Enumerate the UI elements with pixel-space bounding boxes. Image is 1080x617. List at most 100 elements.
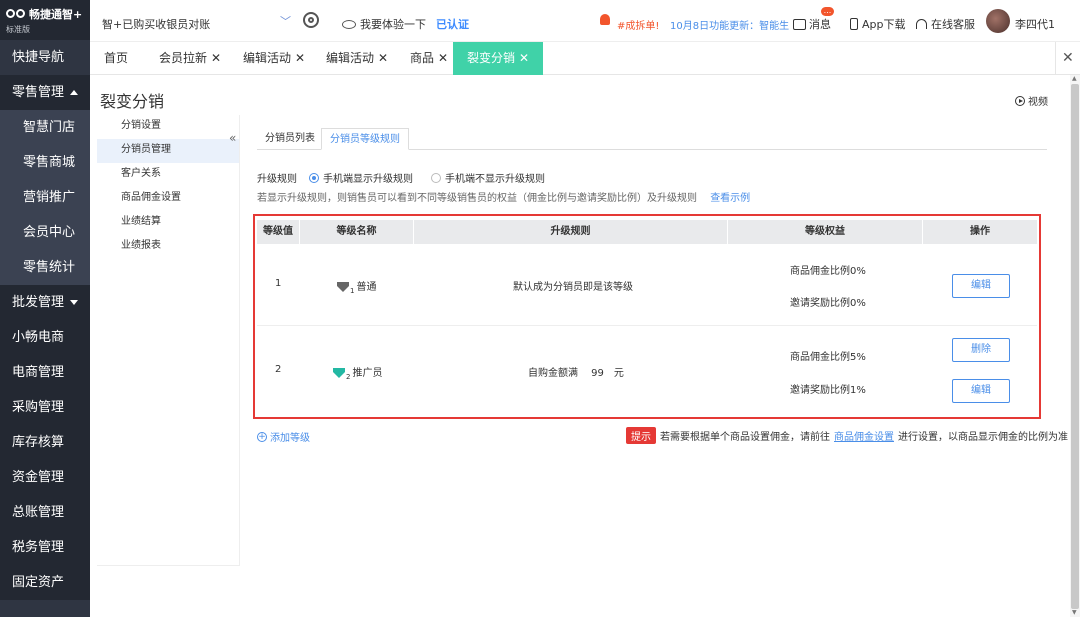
app-logo[interactable]: 畅捷通智+ 标准版: [0, 0, 90, 40]
try-experience-link[interactable]: 我要体验一下 已认证: [342, 16, 469, 32]
level-table: 等级值 等级名称 升级规则 等级权益 操作 1 1 普通 默认成为分销员即是该等级…: [253, 214, 1041, 419]
radio-show-rules[interactable]: 手机端显示升级规则: [309, 170, 413, 185]
close-icon[interactable]: ✕: [295, 51, 305, 65]
nav-inventory[interactable]: 库存核算: [0, 425, 90, 460]
nav-marketing[interactable]: 营销推广: [0, 180, 90, 215]
nav-smart-store[interactable]: 智慧门店: [0, 110, 90, 145]
level-name-text: 普通: [356, 282, 377, 293]
radio-hide-label: 手机端不显示升级规则: [445, 174, 545, 185]
play-icon: [1015, 95, 1025, 106]
nav-wholesale-label: 批发管理: [12, 295, 65, 310]
tab-label: 编辑活动: [326, 51, 375, 65]
user-name[interactable]: 李四代1: [1015, 16, 1055, 32]
avatar[interactable]: [986, 9, 1010, 33]
radio-unchecked-icon: [431, 172, 441, 183]
vip-diamond-icon: [333, 368, 345, 378]
col-benefit: 等级权益: [728, 220, 923, 244]
tab-edit-activity-1[interactable]: 编辑活动 ✕: [243, 42, 305, 75]
scroll-down-icon[interactable]: ▼: [1072, 609, 1077, 616]
col-name: 等级名称: [300, 220, 414, 244]
page-tabs: 首页 会员拉新 ✕ 编辑活动 ✕ 编辑活动 ✕ 商品 ✕ 裂变分销 ✕ ✕: [90, 42, 1080, 75]
nav-tax[interactable]: 税务管理: [0, 530, 90, 565]
store-selector[interactable]: 智+已购买收银员对账: [102, 16, 210, 32]
scrollbar-thumb[interactable]: [1071, 84, 1079, 609]
nav-purchase[interactable]: 采购管理: [0, 390, 90, 425]
tab-product[interactable]: 商品 ✕: [410, 42, 448, 75]
message-badge: ...: [821, 7, 834, 16]
vip-diamond-icon: [337, 282, 349, 292]
upgrade-rule-row: 升级规则 手机端显示升级规则 手机端不显示升级规则: [257, 170, 545, 185]
tab-member-acquire[interactable]: 会员拉新 ✕: [159, 42, 221, 75]
radio-hide-rules[interactable]: 手机端不显示升级规则: [431, 170, 545, 185]
tip-line: 提示 若需要根据单个商品设置佣金，请前往 商品佣金设置 进行设置，以商品显示佣金的比…: [626, 427, 1068, 444]
close-icon[interactable]: ✕: [211, 51, 221, 65]
level-value: 2: [275, 364, 282, 375]
tab-fission-distribution[interactable]: 裂变分销 ✕: [453, 42, 544, 75]
subnav-item-commission[interactable]: 商品佣金设置: [97, 187, 239, 211]
radio-show-label: 手机端显示升级规则: [323, 174, 413, 185]
nav-retail[interactable]: 零售管理: [0, 75, 90, 110]
video-label: 视频: [1028, 97, 1048, 108]
nav-quick[interactable]: 快捷导航: [0, 40, 90, 75]
level-name: 1 普通: [337, 278, 376, 295]
vip-level-sub: 2: [346, 373, 351, 381]
col-level: 等级值: [257, 220, 300, 244]
subnav-item-settings[interactable]: 分销设置: [97, 115, 239, 139]
hint-text: 若显示升级规则，则销售员可以看到不同等级销售员的权益（佣金比例与邀请奖励比例）及…: [257, 193, 697, 204]
online-support-button[interactable]: 在线客服: [916, 16, 975, 32]
tip-pre: 若需要根据单个商品设置佣金，请前往: [660, 432, 830, 443]
nav-fixed-assets[interactable]: 固定资产: [0, 565, 90, 600]
collapse-icon[interactable]: «: [229, 131, 236, 145]
nav-funds[interactable]: 资金管理: [0, 460, 90, 495]
level-name-text: 推广员: [352, 368, 383, 379]
tab-distributor-list[interactable]: 分销员列表: [257, 128, 323, 150]
chevron-up-icon: [70, 90, 79, 95]
tab-level-rules[interactable]: 分销员等级规则: [321, 128, 409, 150]
nav-retail-label: 零售管理: [12, 85, 65, 100]
nav-wholesale[interactable]: 批发管理: [0, 285, 90, 320]
nav-retail-stats[interactable]: 零售统计: [0, 250, 90, 285]
subnav-item-settlement[interactable]: 业绩结算: [97, 211, 239, 235]
radio-checked-icon: [309, 172, 319, 183]
close-all-tabs-icon[interactable]: ✕: [1062, 50, 1074, 66]
level-value: 1: [275, 278, 282, 289]
gear-icon[interactable]: [303, 12, 319, 28]
video-link[interactable]: 视频: [1015, 93, 1048, 108]
notice-text[interactable]: #成拆单!: [617, 17, 659, 32]
col-rule: 升级规则: [414, 220, 728, 244]
upgrade-rule-label: 升级规则: [257, 174, 297, 185]
table-row: 1 1 普通 默认成为分销员即是该等级 商品佣金比例0% 邀请奖励比例0% 编辑: [257, 244, 1037, 326]
commission-settings-link[interactable]: 商品佣金设置: [834, 428, 894, 443]
app-download-button[interactable]: App下载: [850, 16, 906, 32]
subnav-item-distributor-manage[interactable]: 分销员管理: [97, 139, 239, 163]
page-title: 裂变分销: [100, 92, 165, 111]
subnav-item-customers[interactable]: 客户关系: [97, 163, 239, 187]
app-edition: 标准版: [6, 25, 30, 34]
edit-button[interactable]: 编辑: [952, 274, 1010, 298]
view-example-link[interactable]: 查看示例: [710, 193, 750, 204]
tab-edit-activity-2[interactable]: 编辑活动 ✕: [326, 42, 388, 75]
add-level-button[interactable]: + 添加等级: [257, 429, 310, 444]
subnav-item-report[interactable]: 业绩报表: [97, 235, 239, 259]
scroll-up-icon[interactable]: ▲: [1072, 75, 1077, 82]
col-action: 操作: [970, 226, 990, 237]
phone-icon: [850, 18, 858, 30]
nav-ecom-manage[interactable]: 电商管理: [0, 355, 90, 390]
add-level-label: 添加等级: [270, 433, 310, 444]
messages-button[interactable]: 消息: [793, 16, 831, 32]
tab-home[interactable]: 首页: [104, 42, 128, 75]
chevron-down-icon: [70, 300, 79, 305]
delete-button[interactable]: 删除: [952, 338, 1010, 362]
table-header: 等级值 等级名称 升级规则 等级权益 操作: [257, 220, 1037, 244]
close-icon[interactable]: ✕: [438, 51, 448, 65]
nav-member-center[interactable]: 会员中心: [0, 215, 90, 250]
edit-button[interactable]: 编辑: [952, 379, 1010, 403]
nav-ledger[interactable]: 总账管理: [0, 495, 90, 530]
chevron-down-icon[interactable]: ﹀: [280, 13, 291, 29]
top-bar: 智+已购买收银员对账 ﹀ 我要体验一下 已认证 #成拆单! 10月8日功能更新：…: [90, 0, 1080, 42]
nav-xiaochang-ecom[interactable]: 小畅电商: [0, 320, 90, 355]
close-icon[interactable]: ✕: [519, 51, 529, 65]
close-icon[interactable]: ✕: [378, 51, 388, 65]
update-notice-link[interactable]: 10月8日功能更新：智能生: [670, 17, 789, 32]
nav-retail-mall[interactable]: 零售商城: [0, 145, 90, 180]
